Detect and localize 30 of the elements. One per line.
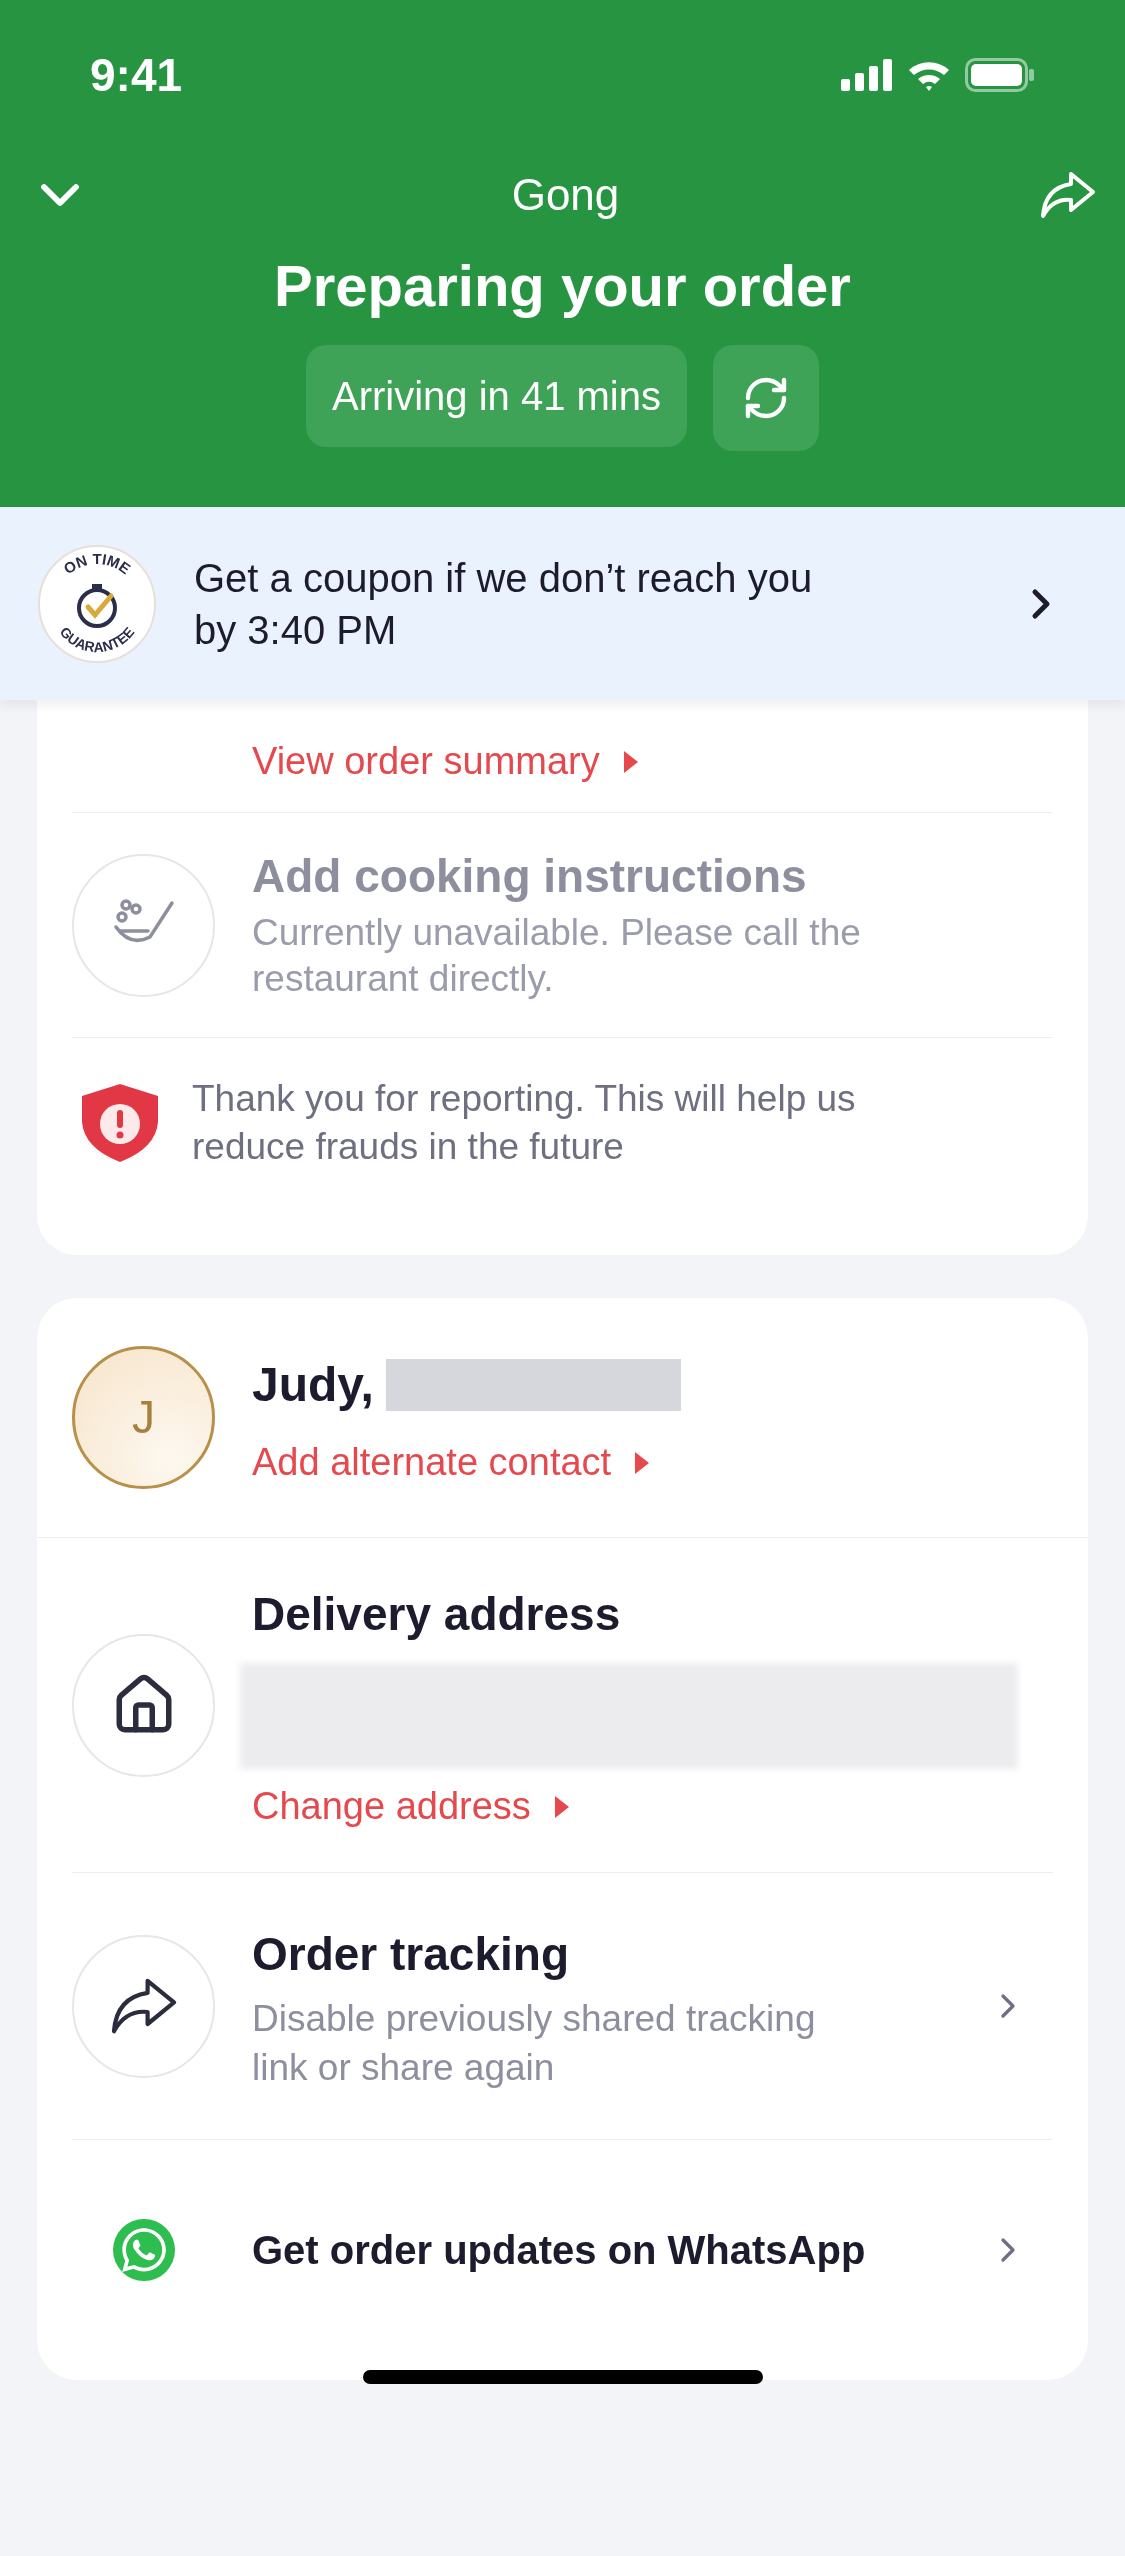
view-order-summary-link[interactable]: View order summary (252, 738, 638, 786)
order-tracking-row[interactable]: Order tracking Disable previously shared tracking link or share again (72, 1873, 1053, 2140)
order-tracking-subtitle: Disable previously shared tracking link or share again (252, 1997, 817, 2090)
wifi-icon (907, 59, 951, 91)
change-address-link[interactable]: Change address (252, 1782, 569, 1831)
whatsapp-updates-row[interactable]: Get order updates on WhatsApp (72, 2140, 1053, 2360)
share-arrow-icon (1039, 170, 1097, 220)
caret-icon (635, 1451, 650, 1474)
eta-pill: Arriving in 41 mins (306, 344, 687, 447)
refresh-button[interactable] (713, 344, 819, 451)
order-tracking-title: Order tracking (252, 1927, 570, 1983)
status-time: 9:41 (90, 47, 183, 103)
restaurant-name: Gong (511, 169, 620, 221)
cooking-icon (72, 853, 215, 997)
cooking-instructions-title: Add cooking instructions (252, 849, 808, 904)
fraud-report-note: Thank you for reporting. This will help us reduce frauds in the future (192, 1076, 857, 1169)
whatsapp-updates-label: Get order updates on WhatsApp (252, 2227, 866, 2274)
signal-icon (841, 59, 893, 91)
avatar: J (72, 1346, 215, 1489)
battery-icon (965, 58, 1035, 92)
guarantee-text: Get a coupon if we don’t reach you by 3:40 PM (194, 554, 814, 654)
cooking-instructions-subtitle: Currently unavailable. Please call the restaurant directly. (252, 910, 862, 1001)
add-alternate-contact-link[interactable]: Add alternate contact (252, 1438, 681, 1487)
caret-icon (554, 1795, 569, 1818)
share-button[interactable] (1039, 170, 1097, 220)
caret-icon (623, 750, 638, 773)
order-status-title: Preparing your order (274, 252, 851, 320)
customer-name: Judy, (252, 1356, 374, 1413)
delivery-address-title: Delivery address (252, 1586, 622, 1642)
home-icon (72, 1633, 215, 1777)
